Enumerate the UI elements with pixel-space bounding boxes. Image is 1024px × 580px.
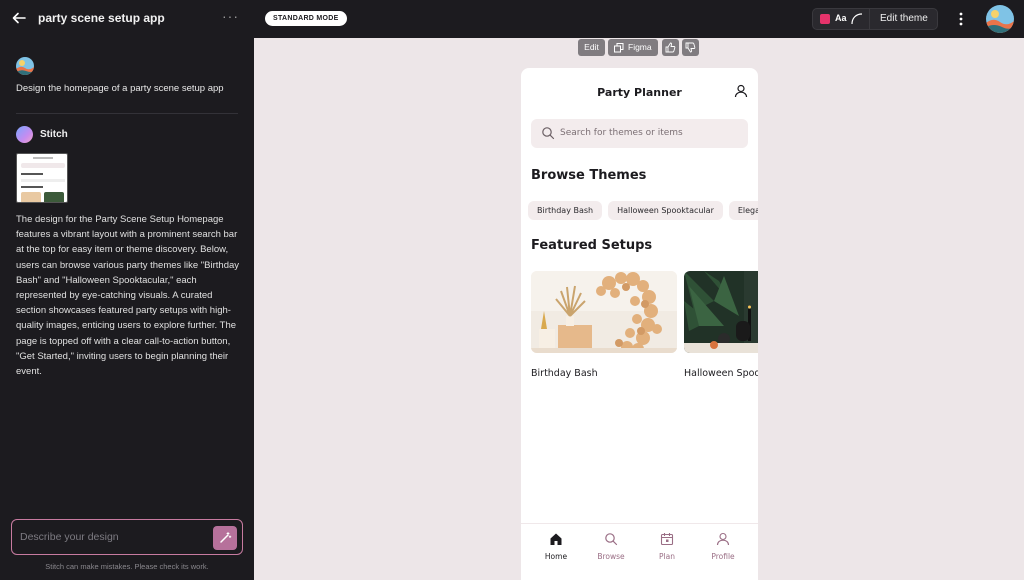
prompt-input[interactable]: Describe your design — [11, 519, 243, 555]
corner-radius-icon[interactable] — [851, 13, 863, 25]
nav-home[interactable]: Home — [528, 532, 584, 561]
font-button[interactable]: Aa — [835, 13, 847, 23]
thumbs-up-button[interactable] — [662, 39, 679, 56]
thumbs-up-icon — [665, 42, 676, 53]
calendar-icon — [660, 533, 674, 546]
back-arrow-icon[interactable] — [10, 9, 28, 27]
figma-button[interactable]: Figma — [608, 39, 658, 56]
chat-panel: Design the homepage of a party scene set… — [0, 38, 254, 580]
copy-icon — [614, 43, 624, 53]
bottom-nav: Home Browse Plan Profile — [521, 523, 758, 580]
assistant-name: Stitch — [40, 129, 68, 140]
theme-controls: Aa Edit theme — [812, 8, 938, 30]
nav-label: Profile — [711, 552, 735, 561]
assistant-message: The design for the Party Scene Setup Hom… — [16, 214, 240, 378]
thumbs-down-icon — [685, 42, 696, 53]
user-message: Design the homepage of a party scene set… — [16, 83, 224, 94]
home-icon — [550, 533, 562, 545]
disclaimer: Stitch can make mistakes. Please check i… — [45, 562, 209, 571]
birthday-bash-image — [531, 271, 677, 355]
setup-card[interactable]: Halloween Spooktacular — [684, 271, 758, 379]
send-button[interactable] — [213, 526, 237, 550]
thumbs-down-button[interactable] — [682, 39, 699, 56]
nav-label: Home — [544, 552, 568, 561]
nav-browse[interactable]: Browse — [583, 532, 639, 561]
search-placeholder: Search for themes or items — [560, 128, 683, 138]
search-icon — [605, 533, 618, 546]
kebab-menu-icon[interactable] — [955, 10, 967, 28]
phone-preview: Party Planner Search for themes or items… — [521, 68, 758, 580]
edit-button[interactable]: Edit — [578, 39, 605, 56]
search-icon — [542, 127, 555, 140]
nav-profile[interactable]: Profile — [695, 532, 751, 561]
profile-icon[interactable] — [734, 84, 748, 98]
nav-label: Plan — [659, 552, 675, 561]
divider — [16, 113, 238, 114]
mode-toggle-button[interactable]: STANDARD MODE — [265, 11, 347, 26]
user-avatar[interactable] — [986, 5, 1014, 33]
figma-label: Figma — [628, 42, 652, 52]
setup-label: Birthday Bash — [531, 368, 598, 379]
prompt-placeholder: Describe your design — [20, 531, 119, 543]
page-title: Party Planner — [597, 86, 682, 99]
theme-chip[interactable]: Halloween Spooktacular — [608, 201, 723, 220]
color-swatch[interactable] — [820, 14, 830, 24]
search-bar[interactable]: Search for themes or items — [531, 119, 748, 148]
user-avatar-small — [16, 57, 34, 75]
nav-plan[interactable]: Plan — [639, 532, 695, 561]
more-options-icon[interactable]: ··· — [222, 8, 239, 24]
nav-label: Browse — [597, 552, 625, 561]
divider — [869, 9, 870, 29]
featured-setups-heading: Featured Setups — [531, 238, 653, 253]
setup-card[interactable]: Birthday Bash — [531, 271, 677, 379]
top-bar: party scene setup app ··· STANDARD MODE … — [0, 0, 1024, 38]
browse-themes-heading: Browse Themes — [531, 168, 647, 183]
halloween-image — [684, 271, 758, 353]
theme-chip[interactable]: Elegant Soirée — [728, 201, 758, 220]
magic-wand-icon — [220, 532, 232, 543]
design-thumbnail[interactable] — [16, 153, 68, 203]
edit-theme-button[interactable]: Edit theme — [880, 13, 928, 24]
project-title: party scene setup app — [38, 11, 165, 25]
theme-chips: Birthday Bash Halloween Spooktacular Elega… — [528, 198, 758, 220]
stitch-avatar — [16, 126, 33, 143]
theme-chip[interactable]: Birthday Bash — [528, 201, 603, 220]
setup-label: Halloween Spooktacular — [684, 368, 758, 379]
user-icon — [716, 532, 730, 546]
